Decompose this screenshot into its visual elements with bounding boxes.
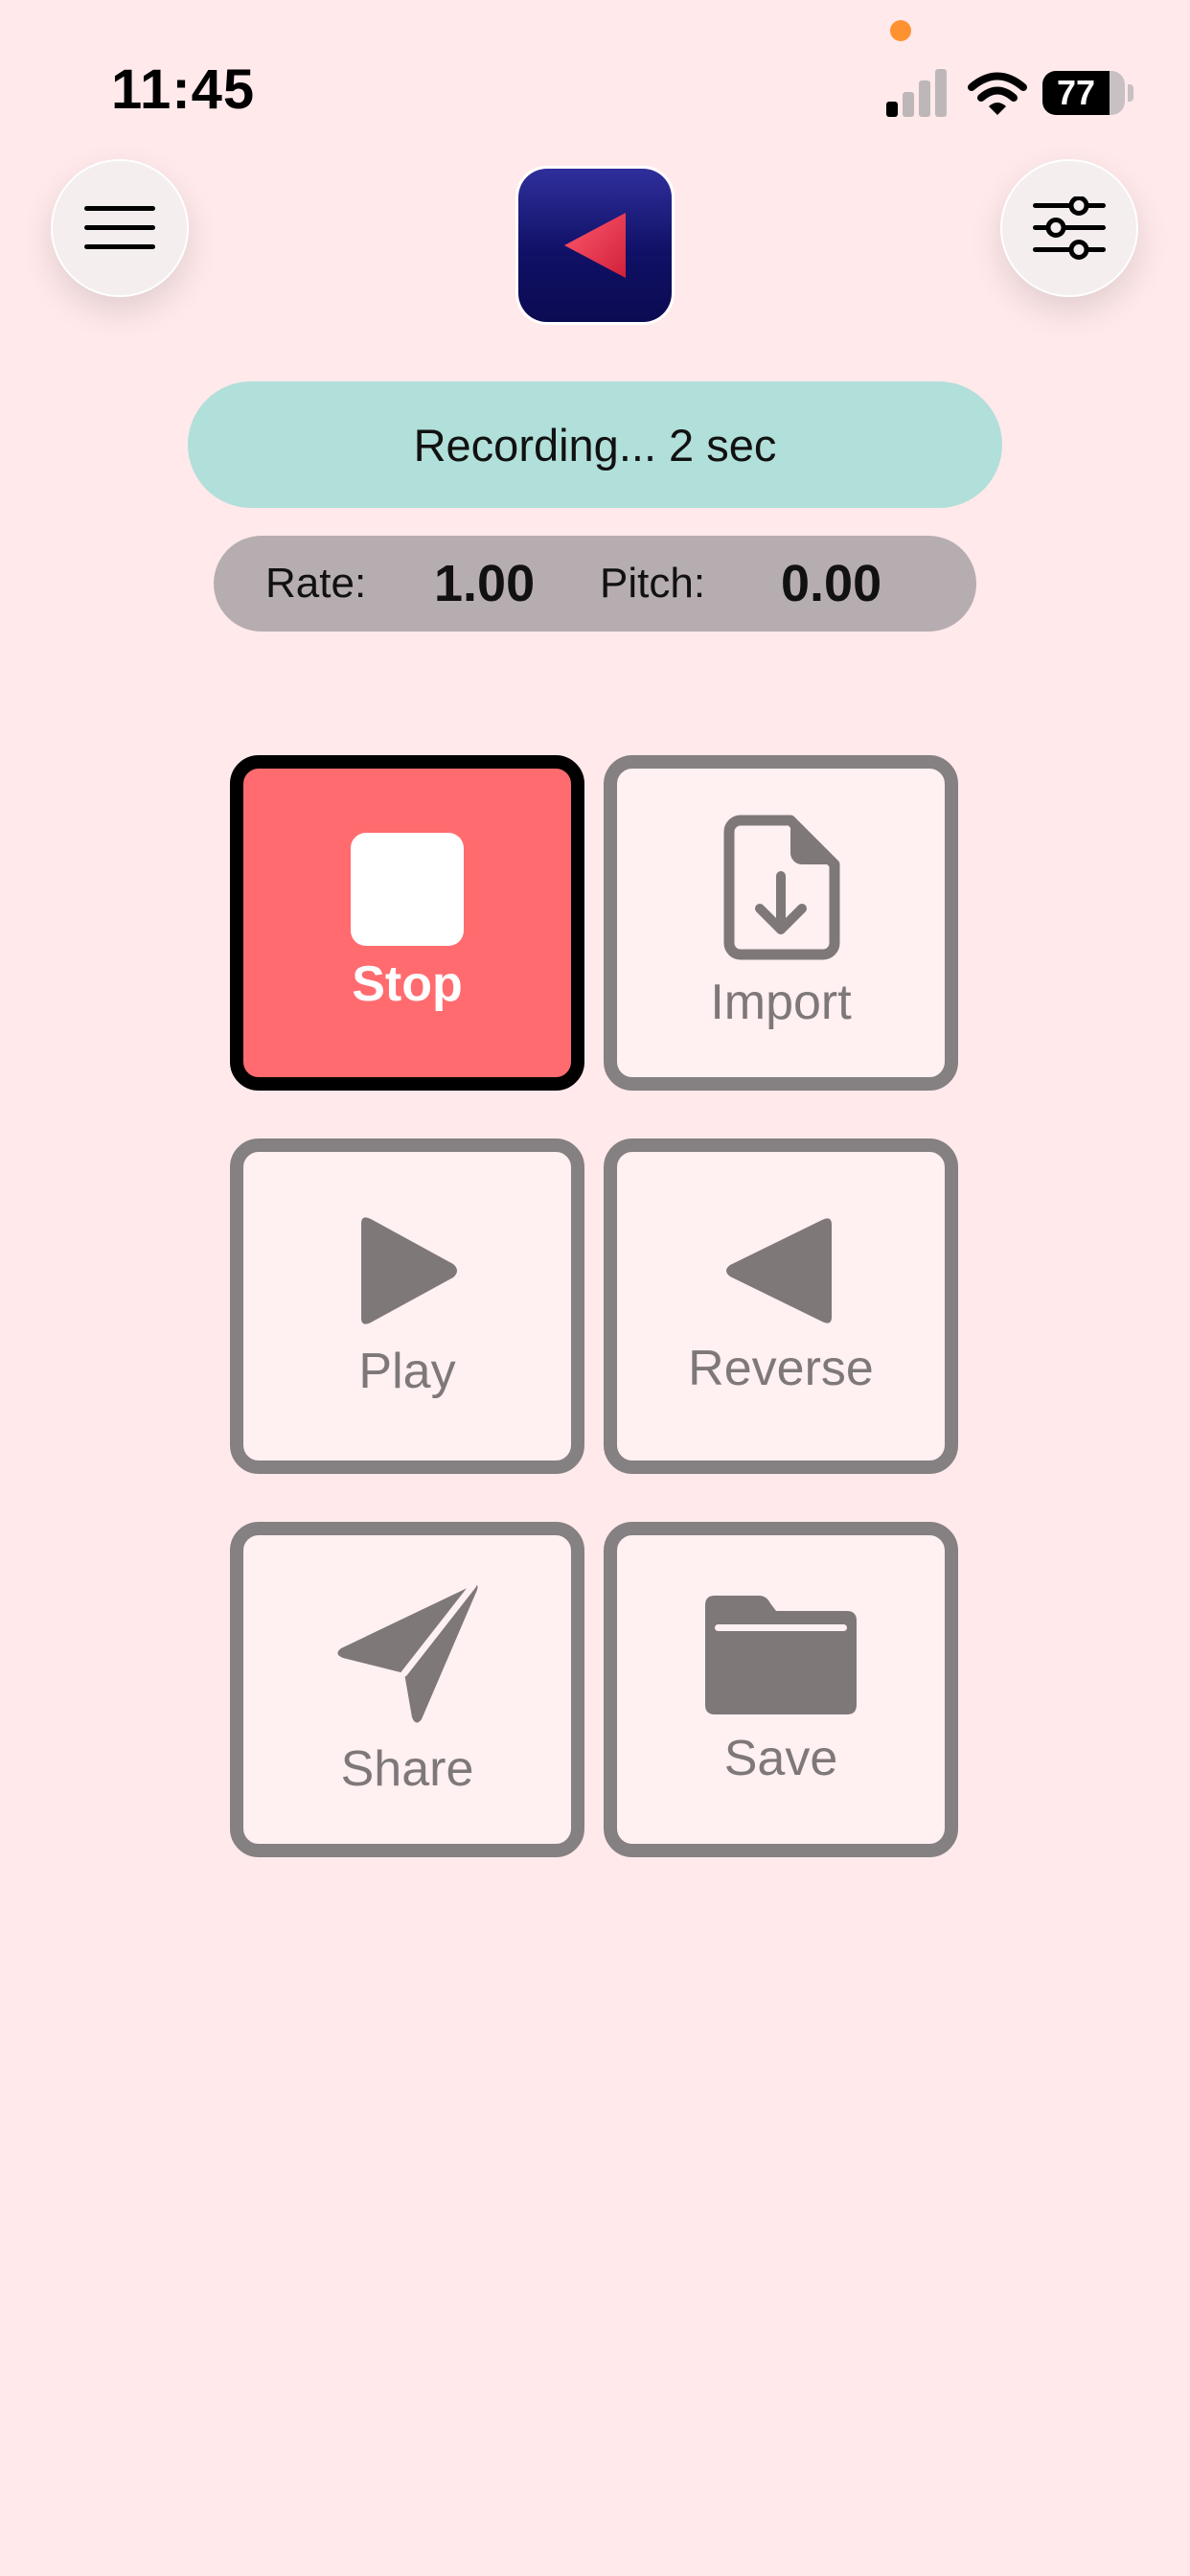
reverse-button[interactable]: Reverse xyxy=(604,1138,958,1474)
hamburger-menu-icon xyxy=(84,206,155,249)
save-button[interactable]: Save xyxy=(604,1522,958,1857)
pitch-value: 0.00 xyxy=(781,555,882,612)
import-button[interactable]: Import xyxy=(604,755,958,1091)
rate-pitch-display: Rate: 1.00 Pitch: 0.00 xyxy=(214,536,976,632)
settings-button[interactable] xyxy=(1000,159,1138,297)
play-button[interactable]: Play xyxy=(230,1138,584,1474)
share-label: Share xyxy=(340,1741,474,1797)
play-icon xyxy=(361,1217,457,1324)
battery-cap xyxy=(1128,84,1133,102)
send-paper-plane-icon xyxy=(337,1581,478,1723)
reverse-play-icon xyxy=(726,1218,832,1323)
cellular-signal-icon xyxy=(886,67,948,117)
stop-label: Stop xyxy=(352,956,463,1012)
pitch-label: Pitch: xyxy=(600,560,706,607)
document-download-icon xyxy=(723,815,840,960)
microphone-indicator-dot xyxy=(890,20,911,41)
stop-button[interactable]: Stop xyxy=(230,755,584,1091)
play-label: Play xyxy=(358,1344,456,1399)
app-logo xyxy=(518,169,672,322)
menu-button[interactable] xyxy=(51,159,189,297)
recording-status: Recording... 2 sec xyxy=(188,381,1002,508)
sliders-icon xyxy=(1033,196,1106,260)
reverse-label: Reverse xyxy=(688,1341,874,1396)
status-time: 11:45 xyxy=(111,58,256,121)
save-label: Save xyxy=(723,1731,838,1786)
folder-icon xyxy=(705,1596,857,1714)
stop-square-icon xyxy=(351,833,464,946)
share-button[interactable]: Share xyxy=(230,1522,584,1857)
rate-label: Rate: xyxy=(265,560,367,607)
import-label: Import xyxy=(710,975,852,1030)
reverse-triangle-app-icon xyxy=(564,213,626,278)
rate-value: 1.00 xyxy=(434,555,536,612)
battery-remaining xyxy=(1110,71,1125,115)
wifi-icon xyxy=(968,71,1027,117)
